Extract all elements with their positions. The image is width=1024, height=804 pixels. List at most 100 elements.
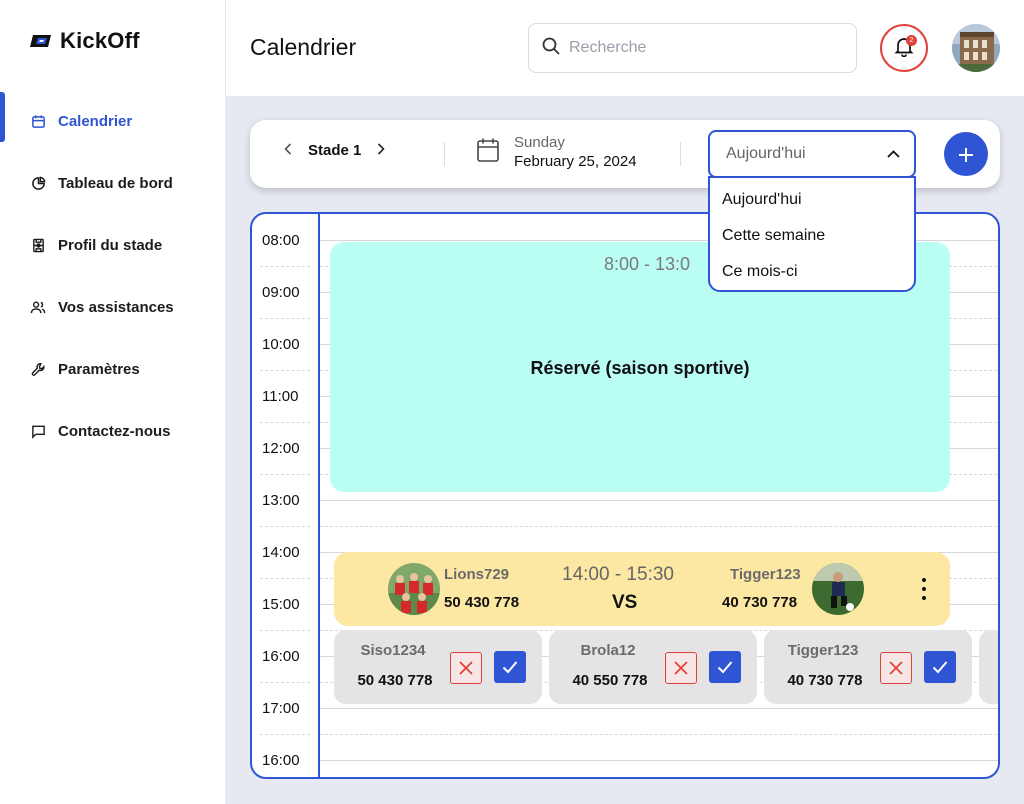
pie-chart-icon [30, 175, 46, 191]
grid-line [260, 578, 310, 579]
request-name: Siso1234 [360, 642, 426, 659]
reserved-time: 8:00 - 13:0 [604, 254, 691, 274]
date-display[interactable]: Sunday February 25, 2024 [476, 134, 637, 170]
chevron-up-icon [887, 145, 900, 163]
sidebar-item-parametres[interactable]: Paramètres [0, 338, 226, 400]
sidebar-item-label: Calendrier [58, 112, 133, 130]
notifications-button[interactable]: 2 [880, 24, 928, 72]
notification-badge: 2 [906, 35, 917, 46]
divider [444, 142, 445, 166]
sidebar-item-label: Vos assistances [58, 298, 174, 316]
check-icon [502, 661, 518, 674]
sidebar-item-label: Profil du stade [58, 236, 163, 254]
date-day: Sunday [514, 134, 565, 151]
pending-requests: Siso1234 50 430 778 Brola12 40 550 778 T… [334, 630, 998, 706]
grid-line [260, 630, 310, 631]
building-photo [952, 24, 1000, 72]
reject-button[interactable] [880, 652, 912, 684]
reject-button[interactable] [450, 652, 482, 684]
app-logo[interactable]: KickOff [30, 28, 140, 54]
request-card: Tigger123 40 730 778 [764, 630, 972, 704]
sidebar-item-vos-assistances[interactable]: Vos assistances [0, 276, 226, 338]
date-full: February 25, 2024 [514, 153, 637, 170]
main-content: Stade 1 Sunday February 25, 2024 Aujourd… [226, 96, 1024, 804]
grid-line [260, 474, 310, 475]
match-event[interactable]: Lions729 50 430 778 14:00 - 15:30 VS Tig… [334, 552, 950, 626]
sidebar-item-label: Paramètres [58, 360, 140, 378]
request-card: Brola12 40 550 778 [549, 630, 757, 704]
request-phone: 40 550 778 [572, 672, 648, 689]
close-icon [889, 661, 903, 675]
period-option[interactable]: Ce mois-ci [710, 254, 914, 290]
hour-label: 10:00 [262, 336, 300, 353]
grid-line [260, 318, 310, 319]
time-column: 08:00 09:00 10:00 11:00 12:00 13:00 14:0… [252, 214, 320, 777]
app-name: KickOff [60, 28, 140, 53]
search-box[interactable] [528, 23, 857, 73]
period-option[interactable]: Cette semaine [710, 218, 914, 254]
grid-line [260, 370, 310, 371]
away-team-name: Tigger123 [730, 566, 801, 583]
grid-line [320, 500, 998, 501]
hour-label: 12:00 [262, 440, 300, 457]
wrench-icon [30, 361, 46, 377]
sidebar-nav: Calendrier Tableau de bord Profil du sta… [0, 90, 226, 462]
accept-button[interactable] [709, 651, 741, 683]
accept-button[interactable] [924, 651, 956, 683]
reserved-label: Réservé (saison sportive) [530, 358, 750, 378]
sidebar-item-label: Tableau de bord [58, 174, 173, 192]
add-booking-button[interactable] [944, 132, 988, 176]
search-input[interactable] [569, 39, 829, 57]
period-select[interactable]: Aujourd'hui [708, 130, 916, 178]
kebab-dot [922, 587, 926, 591]
close-icon [674, 661, 688, 675]
grid-line [320, 734, 998, 735]
home-team-phone: 50 430 778 [444, 594, 520, 611]
sidebar-item-contactez-nous[interactable]: Contactez-nous [0, 400, 226, 462]
calendar-icon [476, 137, 500, 168]
top-header: Calendrier 2 [226, 0, 1024, 96]
sidebar-item-tableau-de-bord[interactable]: Tableau de bord [0, 152, 226, 214]
users-icon [30, 299, 46, 315]
reject-button[interactable] [665, 652, 697, 684]
hour-label: 11:00 [262, 388, 299, 405]
grid-line [260, 526, 310, 527]
grid-line [260, 266, 310, 267]
grid-line [320, 708, 998, 709]
chevron-right-icon[interactable] [375, 142, 387, 159]
period-option[interactable]: Aujourd'hui [710, 182, 914, 218]
hour-label: 13:00 [262, 492, 300, 509]
check-icon [717, 661, 733, 674]
hour-label: 15:00 [262, 596, 300, 613]
hour-label: 09:00 [262, 284, 300, 301]
kebab-dot [922, 578, 926, 582]
search-icon [541, 36, 561, 61]
sidebar-item-profil-du-stade[interactable]: Profil du stade [0, 214, 226, 276]
request-phone: 50 430 778 [357, 672, 433, 689]
request-card: Siso1234 50 430 778 [334, 630, 542, 704]
home-team-avatar [388, 563, 440, 615]
day-calendar: 08:00 09:00 10:00 11:00 12:00 13:00 14:0… [250, 212, 1000, 779]
request-phone: 40 730 778 [787, 672, 863, 689]
calendar-icon [30, 113, 46, 129]
hour-label: 08:00 [262, 232, 300, 249]
divider [680, 142, 681, 166]
stadium-icon [30, 237, 46, 253]
stade-label: Stade 1 [308, 142, 362, 159]
period-dropdown-menu: Aujourd'hui Cette semaine Ce mois-ci [708, 176, 916, 292]
accept-button[interactable] [494, 651, 526, 683]
grid-line [260, 422, 310, 423]
sidebar-item-calendrier[interactable]: Calendrier [0, 90, 226, 152]
grid-line [260, 734, 310, 735]
period-select-value: Aujourd'hui [726, 145, 806, 162]
stade-switcher: Stade 1 [282, 142, 387, 159]
match-time: 14:00 - 15:30 [562, 564, 674, 585]
away-team-avatar [812, 563, 864, 615]
match-more-button[interactable] [920, 578, 928, 600]
page-title: Calendrier [250, 34, 357, 60]
kebab-dot [922, 596, 926, 600]
chevron-left-icon[interactable] [282, 142, 294, 159]
kickoff-logo-icon [30, 35, 51, 47]
user-avatar[interactable] [952, 24, 1000, 72]
away-team-phone: 40 730 778 [722, 594, 798, 611]
